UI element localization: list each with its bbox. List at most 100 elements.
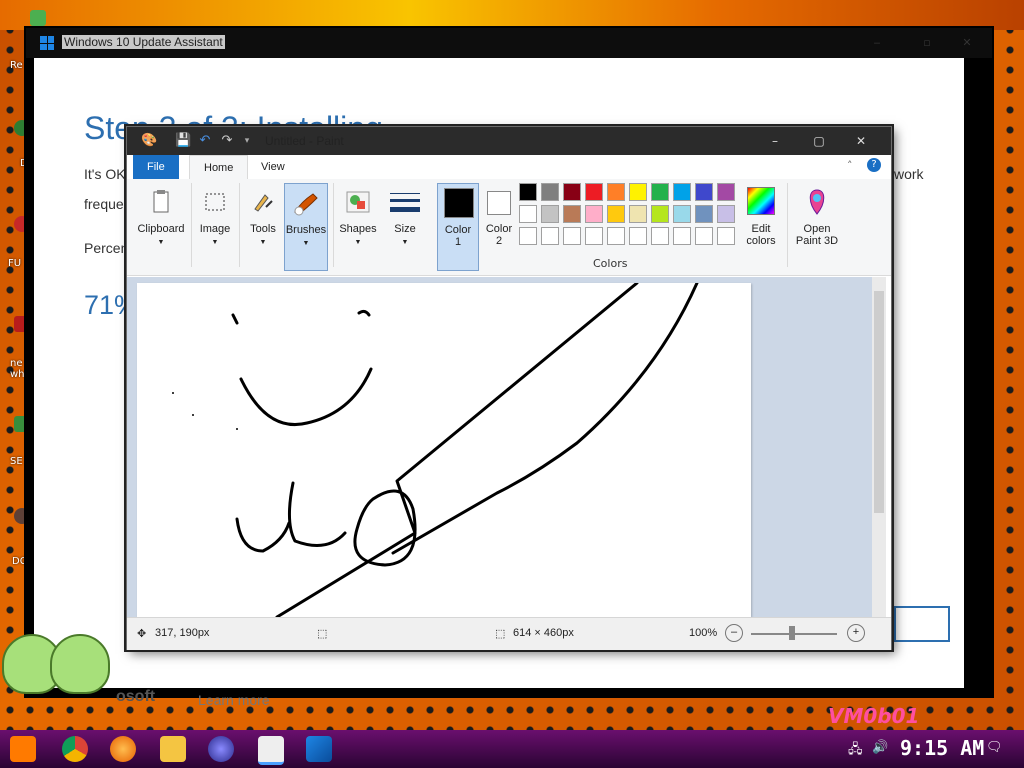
palette-swatch[interactable] xyxy=(695,227,713,245)
ribbon-separator xyxy=(787,183,788,267)
paint-maximize-button[interactable]: ▢ xyxy=(801,131,837,151)
palette-swatch[interactable] xyxy=(607,227,625,245)
palette-swatch[interactable] xyxy=(541,183,559,201)
edit-colors-button[interactable]: Edit colors xyxy=(739,183,783,271)
redo-icon[interactable]: ↷ xyxy=(219,133,235,149)
palette-swatch[interactable] xyxy=(651,183,669,201)
file-explorer-icon[interactable] xyxy=(160,736,186,762)
notifications-icon[interactable]: 🗨 xyxy=(986,740,1003,756)
palette-swatch[interactable] xyxy=(519,205,537,223)
paint-app-icon[interactable]: 🎨 xyxy=(141,133,157,149)
color1-button[interactable]: Color 1 xyxy=(437,183,479,271)
windows-taskbar-icon[interactable] xyxy=(306,736,332,762)
palette-swatch[interactable] xyxy=(651,205,669,223)
ribbon-separator xyxy=(239,183,240,267)
palette-swatch[interactable] xyxy=(717,205,735,223)
taskbar-clock[interactable]: 9:15 AM xyxy=(900,736,984,760)
clipboard-dropdown-icon: ▼ xyxy=(157,239,165,246)
tools-icon xyxy=(248,187,278,217)
close-button[interactable]: ✕ xyxy=(952,36,982,50)
palette-swatch[interactable] xyxy=(717,183,735,201)
ribbon-tabs: File Home View ˄ ? xyxy=(127,155,891,180)
cursor-position: 317, 190px xyxy=(155,627,210,639)
size-group[interactable]: Size ▼ xyxy=(385,183,425,271)
desktop-icon-1[interactable] xyxy=(30,10,46,26)
brushes-group[interactable]: Brushes ▼ xyxy=(284,183,328,271)
maximize-button[interactable]: ▫ xyxy=(912,36,942,50)
canvas-area[interactable] xyxy=(127,277,872,617)
palette-swatch[interactable] xyxy=(519,183,537,201)
paint-close-button[interactable]: ✕ xyxy=(843,131,879,151)
palette-swatch[interactable] xyxy=(585,183,603,201)
palette-swatch[interactable] xyxy=(629,183,647,201)
palette-swatch[interactable] xyxy=(673,183,691,201)
palette-swatch[interactable] xyxy=(673,227,691,245)
palette-swatch[interactable] xyxy=(585,227,603,245)
action-button[interactable] xyxy=(894,606,950,642)
color1-swatch xyxy=(444,188,474,218)
brushes-label: Brushes xyxy=(285,224,327,236)
paint-title: Untitled - Paint xyxy=(265,134,344,148)
drawing-canvas[interactable] xyxy=(137,281,751,617)
palette-swatch[interactable] xyxy=(607,183,625,201)
chrome-icon[interactable] xyxy=(62,736,88,762)
zoom-slider-thumb[interactable] xyxy=(789,626,795,640)
paint-taskbar-icon[interactable] xyxy=(258,736,284,765)
tools-dropdown-icon: ▼ xyxy=(259,239,267,246)
desktop-label-3: FU xyxy=(8,258,22,269)
vertical-scrollbar[interactable] xyxy=(872,277,886,617)
paint3d-icon xyxy=(802,187,832,217)
color2-button[interactable]: Color 2 xyxy=(479,183,519,271)
percent-label: Percen xyxy=(84,240,129,256)
tools-group[interactable]: Tools ▼ xyxy=(241,183,285,271)
tab-file[interactable]: File xyxy=(133,155,179,179)
palette-swatch[interactable] xyxy=(519,227,537,245)
palette-swatch[interactable] xyxy=(541,205,559,223)
start-button[interactable] xyxy=(10,736,36,762)
palette-swatch[interactable] xyxy=(563,183,581,201)
zoom-in-button[interactable]: + xyxy=(847,624,865,642)
pinned-app-icon[interactable] xyxy=(208,736,234,762)
open-paint3d-label: Open Paint 3D xyxy=(795,223,839,247)
shapes-group[interactable]: Shapes ▼ xyxy=(335,183,381,271)
selection-size-icon: ⬚ xyxy=(317,628,328,640)
palette-swatch[interactable] xyxy=(651,227,669,245)
update-assistant-titlebar[interactable]: Windows 10 Update Assistant ‒ ▫ ✕ xyxy=(26,28,992,58)
image-group[interactable]: Image ▼ xyxy=(195,183,235,271)
customize-quick-access-icon[interactable]: ▾ xyxy=(239,133,255,149)
palette-swatch[interactable] xyxy=(695,205,713,223)
volume-icon[interactable]: 🔊 xyxy=(872,740,888,756)
paint-minimize-button[interactable]: – xyxy=(757,131,793,151)
save-icon[interactable]: 💾 xyxy=(175,133,191,149)
tab-home[interactable]: Home xyxy=(189,155,249,180)
clipboard-group[interactable]: Clipboard ▼ xyxy=(135,183,187,271)
palette-swatch[interactable] xyxy=(563,205,581,223)
palette-swatch[interactable] xyxy=(695,183,713,201)
paint-titlebar[interactable]: 🎨 💾 ↶ ↷ ▾ Untitled - Paint – ▢ ✕ xyxy=(127,127,891,155)
shapes-icon xyxy=(343,187,373,217)
image-size-icon: ⬚ xyxy=(495,628,506,640)
palette-swatch[interactable] xyxy=(585,205,603,223)
help-icon[interactable]: ? xyxy=(867,158,881,172)
minimize-button[interactable]: ‒ xyxy=(862,36,892,50)
palette-swatch[interactable] xyxy=(717,227,735,245)
palette-swatch[interactable] xyxy=(673,205,691,223)
select-icon xyxy=(200,187,230,217)
collapse-ribbon-icon[interactable]: ˄ xyxy=(847,159,853,172)
zoom-level: 100% xyxy=(689,627,718,639)
body-text-line2: freque xyxy=(84,196,124,212)
tab-view[interactable]: View xyxy=(247,155,299,179)
open-paint3d-button[interactable]: Open Paint 3D xyxy=(791,183,843,271)
palette-swatch[interactable] xyxy=(629,227,647,245)
size-dropdown-icon: ▼ xyxy=(401,239,409,246)
palette-swatch[interactable] xyxy=(541,227,559,245)
firefox-icon[interactable] xyxy=(110,736,136,762)
palette-swatch[interactable] xyxy=(563,227,581,245)
network-icon[interactable]: 🖧 xyxy=(848,740,864,757)
palette-swatch[interactable] xyxy=(607,205,625,223)
undo-icon[interactable]: ↶ xyxy=(197,133,213,149)
palette-swatch[interactable] xyxy=(629,205,647,223)
zoom-out-button[interactable]: – xyxy=(725,624,743,642)
learn-more-link[interactable]: Learn more xyxy=(198,692,270,708)
scrollbar-thumb[interactable] xyxy=(874,291,884,513)
